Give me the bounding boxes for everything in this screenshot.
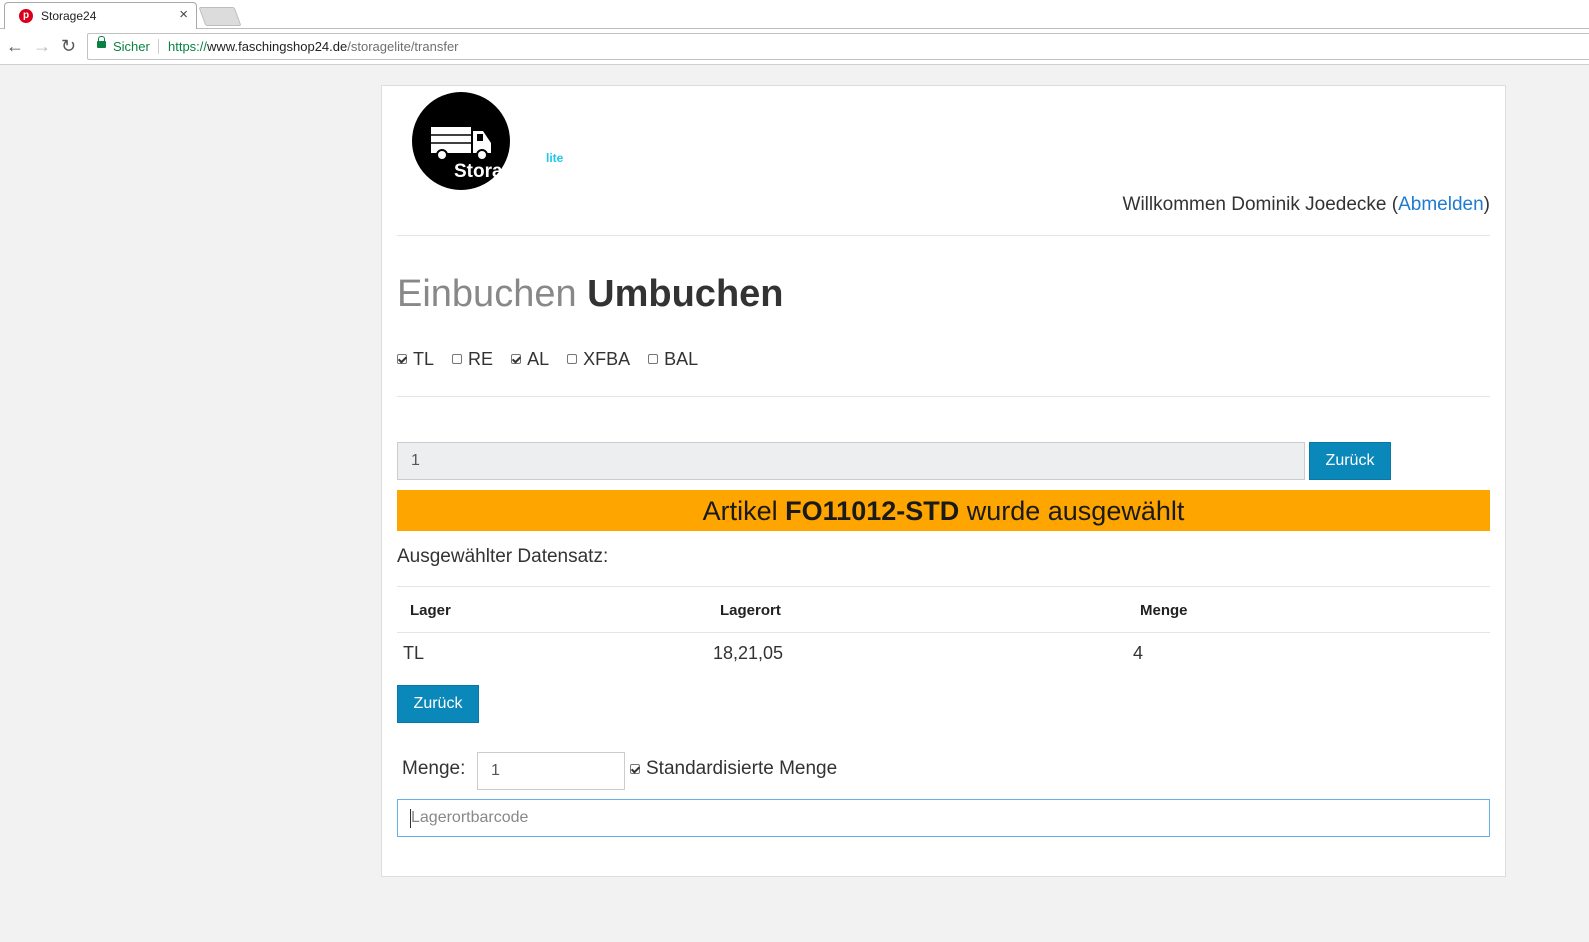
filter-al[interactable]: AL [511, 349, 549, 370]
standard-quantity-label: Standardisierte Menge [646, 758, 838, 779]
article-search-input[interactable]: 1 [397, 442, 1305, 480]
checkbox-al[interactable] [511, 354, 522, 364]
url-host: www.faschingshop24.de [207, 39, 348, 54]
checkbox-bal[interactable] [648, 354, 659, 364]
filter-label: XFBA [583, 348, 631, 369]
location-barcode-input[interactable]: Lagerortbarcode [397, 799, 1490, 837]
divider [397, 396, 1490, 397]
welcome-text: Willkommen Dominik Joedecke (Abmelden) [1123, 194, 1490, 216]
filter-label: TL [413, 348, 435, 369]
filter-label: RE [468, 348, 494, 369]
filter-tl[interactable]: TL [397, 349, 434, 370]
standard-quantity-checkbox[interactable] [630, 764, 640, 774]
page-title: Einbuchen Umbuchen [397, 273, 784, 316]
divider [158, 39, 159, 54]
text-caret [410, 809, 411, 828]
standard-quantity-toggle[interactable]: Standardisierte Menge [630, 758, 837, 780]
banner-suffix: wurde ausgewählt [959, 496, 1185, 526]
filter-label: AL [527, 348, 550, 369]
browser-toolbar: ← → ↻ Sicher https://www.faschingshop24.… [0, 29, 1589, 65]
main-panel: Storage24 lite Willkommen Dominik Joedec… [381, 85, 1506, 877]
divider [397, 632, 1490, 633]
column-header-lager: Lager [410, 602, 451, 619]
quantity-label: Menge: [402, 758, 466, 779]
secure-label: Sicher [113, 39, 150, 54]
reload-icon[interactable]: ↻ [61, 35, 76, 57]
checkbox-re[interactable] [452, 354, 463, 364]
close-tab-icon[interactable]: × [179, 6, 188, 23]
lock-icon [97, 36, 106, 48]
back-button[interactable]: Zurück [1309, 442, 1391, 480]
welcome-prefix: Willkommen Dominik Joedecke ( [1122, 194, 1399, 215]
filter-bal[interactable]: BAL [648, 349, 698, 370]
browser-tab-bar: p Storage24 × [0, 0, 1589, 29]
checkbox-tl[interactable] [397, 354, 407, 364]
column-header-lagerort: Lagerort [720, 602, 781, 619]
url-protocol: https:// [168, 39, 208, 54]
banner-prefix: Artikel [702, 496, 786, 526]
tab-einbuchen[interactable]: Einbuchen [397, 273, 577, 315]
banner-article: FO11012-STD [785, 496, 960, 526]
cell-lagerort: 18,21,05 [713, 643, 784, 663]
logo-text: Storage24 [454, 161, 546, 182]
filter-label: BAL [664, 348, 699, 369]
back-arrow-icon[interactable]: ← [6, 35, 24, 57]
logout-link[interactable]: Abmelden [1398, 194, 1484, 215]
forward-arrow-icon[interactable]: → [33, 35, 51, 57]
new-tab-button[interactable] [198, 7, 242, 26]
welcome-suffix: ) [1483, 194, 1490, 215]
record-heading: Ausgewählter Datensatz: [397, 546, 609, 567]
favicon-icon: p [19, 9, 33, 23]
record-back-button[interactable]: Zurück [397, 685, 479, 723]
storage24-logo: Storage24 lite [412, 92, 564, 190]
address-bar[interactable]: Sicher https://www.faschingshop24.de/sto… [87, 33, 1589, 60]
filter-re[interactable]: RE [452, 349, 493, 370]
tab-title: Storage24 [41, 9, 97, 23]
divider [397, 586, 1490, 587]
barcode-placeholder: Lagerortbarcode [411, 809, 529, 826]
divider [397, 235, 1490, 236]
logo-sub-text: lite [546, 151, 564, 165]
url-path: /storagelite/transfer [347, 39, 459, 54]
tab-umbuchen[interactable]: Umbuchen [587, 273, 783, 315]
cell-lager: TL [403, 643, 425, 663]
cell-menge: 4 [1133, 643, 1144, 663]
url-text[interactable]: https://www.faschingshop24.de/storagelit… [168, 39, 459, 54]
quantity-input[interactable]: 1 [477, 752, 625, 790]
warehouse-filters: TL RE AL XFBA BAL [397, 348, 711, 370]
checkbox-xfba[interactable] [567, 354, 578, 364]
selection-banner: Artikel FO11012-STD wurde ausgewählt [397, 490, 1490, 531]
column-header-menge: Menge [1140, 602, 1188, 619]
browser-tab[interactable]: p Storage24 × [4, 2, 197, 29]
filter-xfba[interactable]: XFBA [567, 349, 630, 370]
